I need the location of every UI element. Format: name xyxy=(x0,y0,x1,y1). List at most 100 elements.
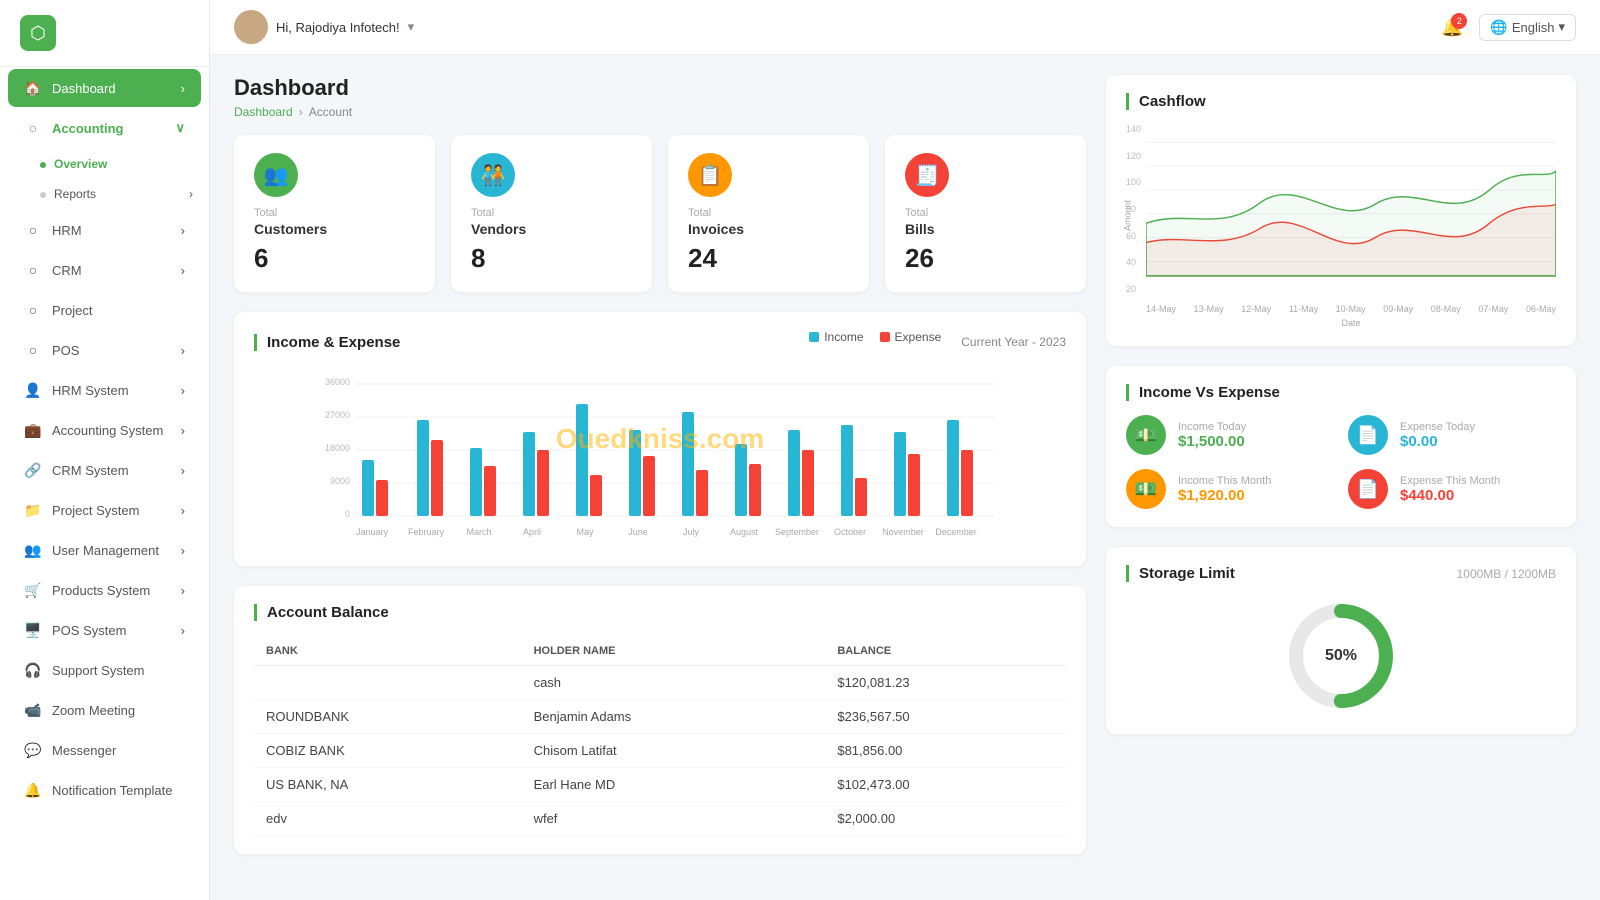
sidebar-item-project[interactable]: ○ Project xyxy=(8,291,201,329)
sidebar-item-pos-system[interactable]: 🖥️ POS System › xyxy=(8,611,201,649)
sidebar-item-hrm-system[interactable]: 👤 HRM System › xyxy=(8,371,201,409)
ive-income-month: 💵 Income This Month $1,920.00 xyxy=(1126,469,1334,509)
cashflow-axis-label: Amount xyxy=(1123,200,1133,231)
sidebar-label-hrm-system: HRM System xyxy=(52,383,129,398)
sidebar-label-messenger: Messenger xyxy=(52,743,116,758)
income-vs-expense-card: Income Vs Expense 💵 Income Today $1,500.… xyxy=(1106,366,1576,527)
bills-value: 26 xyxy=(905,243,1066,274)
vendors-label: Total xyxy=(471,207,632,219)
sidebar-label-dashboard: Dashboard xyxy=(52,81,116,96)
sidebar-item-accounting[interactable]: ○ Accounting ∨ xyxy=(8,109,201,147)
sidebar-item-notification-template[interactable]: 🔔 Notification Template xyxy=(8,771,201,809)
chart-legend: Income Expense xyxy=(809,330,941,344)
income-month-icon: 💵 xyxy=(1126,469,1166,509)
invoices-icon: 📋 xyxy=(688,153,732,197)
stat-card-customers[interactable]: 👥 Total Customers 6 xyxy=(234,135,435,292)
table-row: ROUNDBANKBenjamin Adams$236,567.50 xyxy=(254,700,1066,734)
svg-text:0: 0 xyxy=(345,509,350,519)
sidebar-item-messenger[interactable]: 💬 Messenger xyxy=(8,731,201,769)
ive-expense-month-label: Expense This Month xyxy=(1400,475,1500,487)
chevron-icon: › xyxy=(181,543,185,558)
chevron-icon: › xyxy=(181,343,185,358)
account-balance-section: Account Balance BANK HOLDER NAME BALANCE… xyxy=(234,586,1086,854)
notification-button[interactable]: 🔔 2 xyxy=(1441,17,1463,38)
sidebar-item-pos[interactable]: ○ POS › xyxy=(8,331,201,369)
income-dot xyxy=(809,332,819,342)
crm-icon: ○ xyxy=(24,261,42,279)
sidebar-item-products-system[interactable]: 🛒 Products System › xyxy=(8,571,201,609)
language-text: English xyxy=(1512,20,1555,35)
main-area: Hi, Rajodiya Infotech! ▾ 🔔 2 🌐 English ▾… xyxy=(210,0,1600,900)
stat-card-vendors[interactable]: 🧑‍🤝‍🧑 Total Vendors 8 xyxy=(451,135,652,292)
sidebar-label-pos-system: POS System xyxy=(52,623,126,638)
legend-income: Income xyxy=(809,330,863,344)
svg-text:July: July xyxy=(683,527,700,537)
sidebar-item-dashboard[interactable]: 🏠 Dashboard › xyxy=(8,69,201,107)
sidebar-item-crm[interactable]: ○ CRM › xyxy=(8,251,201,289)
hrm-icon: ○ xyxy=(24,221,42,239)
sidebar-item-support-system[interactable]: 🎧 Support System xyxy=(8,651,201,689)
sidebar-item-crm-system[interactable]: 🔗 CRM System › xyxy=(8,451,201,489)
customers-title: Customers xyxy=(254,221,415,237)
sidebar-item-accounting-system[interactable]: 💼 Accounting System › xyxy=(8,411,201,449)
user-menu[interactable]: Hi, Rajodiya Infotech! ▾ xyxy=(234,10,414,44)
holder-cell: Benjamin Adams xyxy=(522,700,826,734)
svg-text:September: September xyxy=(775,527,819,537)
sidebar-label-notification-template: Notification Template xyxy=(52,783,172,798)
chart-header: Income & Expense Income Expense xyxy=(254,330,1066,354)
expense-month-icon: 📄 xyxy=(1348,469,1388,509)
svg-text:9000: 9000 xyxy=(330,476,350,486)
sidebar-label-project: Project xyxy=(52,303,92,318)
sidebar-label-zoom-meeting: Zoom Meeting xyxy=(52,703,135,718)
svg-text:18000: 18000 xyxy=(325,443,350,453)
cashflow-svg xyxy=(1146,124,1556,299)
svg-text:August: August xyxy=(730,527,759,537)
chevron-icon: › xyxy=(181,503,185,518)
sidebar-label-accounting: Accounting xyxy=(52,121,124,136)
chevron-icon: › xyxy=(181,223,185,238)
sidebar-item-hrm[interactable]: ○ HRM › xyxy=(8,211,201,249)
sidebar-item-user-management[interactable]: 👥 User Management › xyxy=(8,531,201,569)
holder-cell: Chisom Latifat xyxy=(522,734,826,768)
sidebar-sub-reports[interactable]: Reports › xyxy=(0,179,209,209)
messenger-icon: 💬 xyxy=(24,741,42,759)
accounting-system-icon: 💼 xyxy=(24,421,42,439)
svg-text:March: March xyxy=(466,527,491,537)
user-management-icon: 👥 xyxy=(24,541,42,559)
col-holder: HOLDER NAME xyxy=(522,637,826,666)
cashflow-title: Cashflow xyxy=(1126,93,1556,110)
balance-cell: $2,000.00 xyxy=(825,802,1066,836)
table-row: COBIZ BANKChisom Latifat$81,856.00 xyxy=(254,734,1066,768)
sidebar-label-support-system: Support System xyxy=(52,663,145,678)
chevron-icon: › xyxy=(181,463,185,478)
balance-cell: $120,081.23 xyxy=(825,666,1066,700)
accounting-icon: ○ xyxy=(24,119,42,137)
header: Hi, Rajodiya Infotech! ▾ 🔔 2 🌐 English ▾ xyxy=(210,0,1600,55)
language-selector[interactable]: 🌐 English ▾ xyxy=(1479,14,1576,41)
chart-year: Current Year - 2023 xyxy=(961,335,1066,349)
invoices-label: Total xyxy=(688,207,849,219)
sidebar-label-crm: CRM xyxy=(52,263,82,278)
chevron-icon: › xyxy=(181,263,185,278)
sidebar-item-project-system[interactable]: 📁 Project System › xyxy=(8,491,201,529)
breadcrumb-home[interactable]: Dashboard xyxy=(234,105,293,119)
cashflow-card: Cashflow 14012010080604020 Amount xyxy=(1106,75,1576,346)
sidebar-sub-overview[interactable]: Overview xyxy=(0,149,209,179)
bar-chart-svg: 36000 27000 18000 9000 0 xyxy=(254,370,1066,545)
stat-card-bills[interactable]: 🧾 Total Bills 26 xyxy=(885,135,1086,292)
project-system-icon: 📁 xyxy=(24,501,42,519)
vendors-value: 8 xyxy=(471,243,632,274)
stat-card-invoices[interactable]: 📋 Total Invoices 24 xyxy=(668,135,869,292)
sidebar-item-zoom-meeting[interactable]: 📹 Zoom Meeting xyxy=(8,691,201,729)
bills-icon: 🧾 xyxy=(905,153,949,197)
pos-system-icon: 🖥️ xyxy=(24,621,42,639)
bills-title: Bills xyxy=(905,221,1066,237)
customers-label: Total xyxy=(254,207,415,219)
sidebar-label-crm-system: CRM System xyxy=(52,463,129,478)
income-expense-section: Income & Expense Income Expense xyxy=(234,312,1086,566)
balance-cell: $81,856.00 xyxy=(825,734,1066,768)
svg-text:January: January xyxy=(356,527,389,537)
vendors-title: Vendors xyxy=(471,221,632,237)
bank-cell xyxy=(254,666,522,700)
account-balance-title: Account Balance xyxy=(254,604,1066,621)
